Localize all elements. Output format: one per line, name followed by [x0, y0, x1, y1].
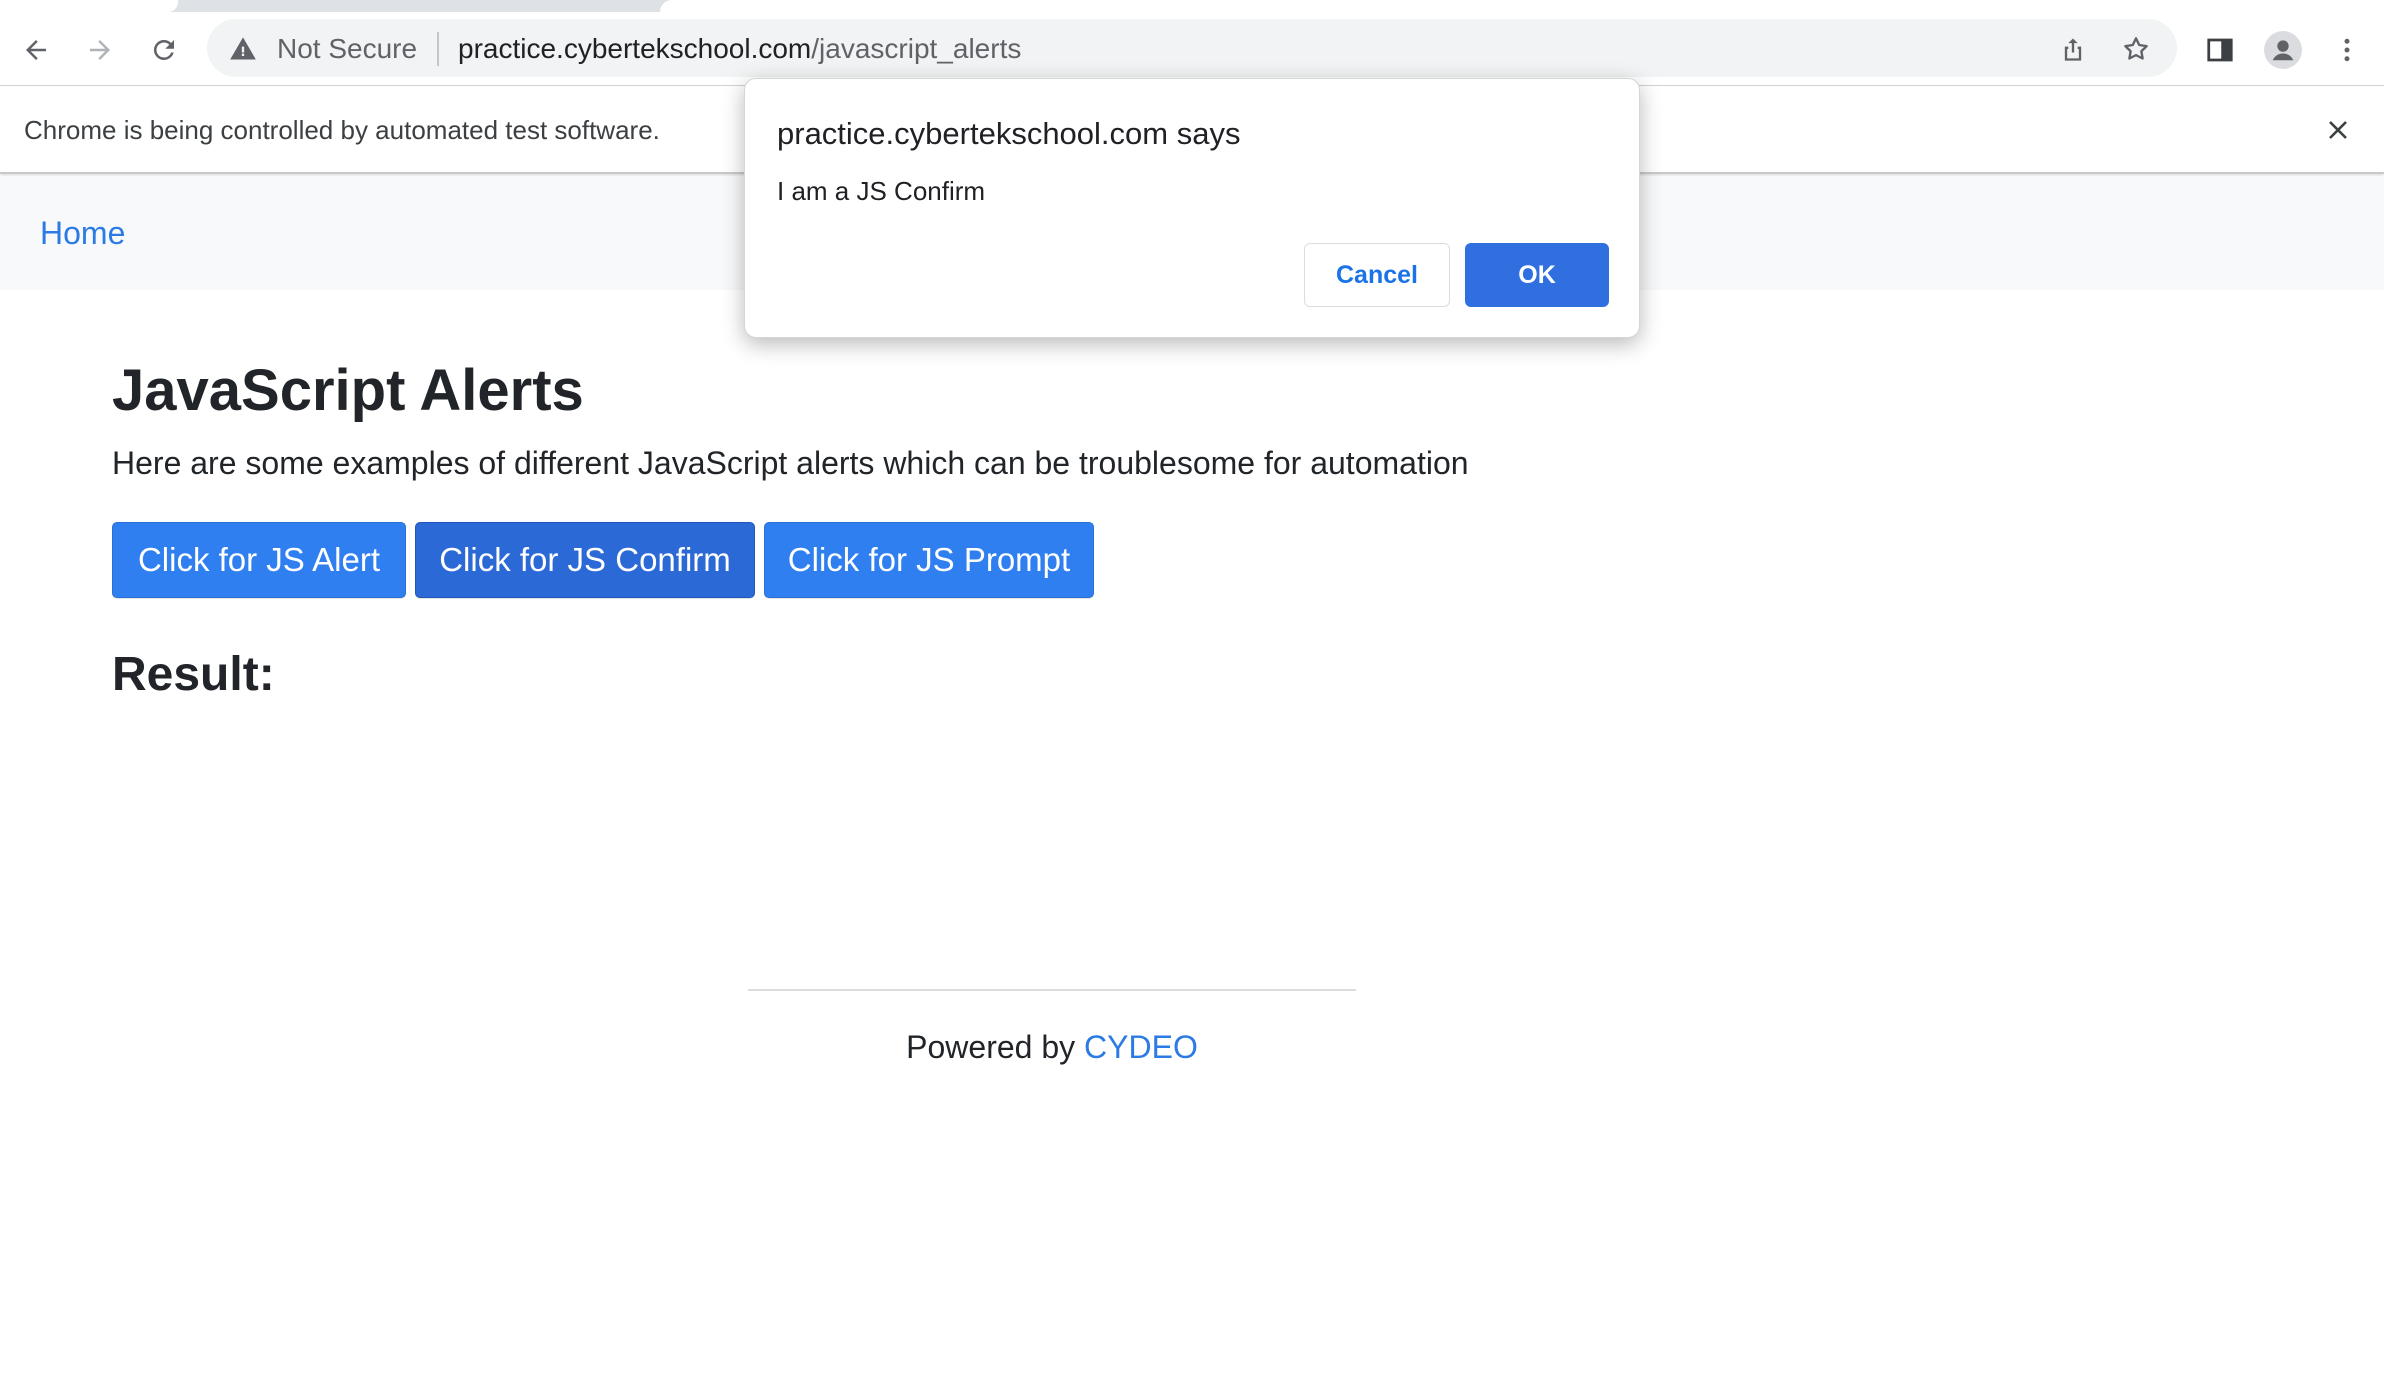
- side-panel-icon: [2207, 38, 2233, 62]
- profile-button[interactable]: [2264, 31, 2302, 69]
- browser-toolbar: Not Secure practice.cybertekschool.com/j…: [0, 12, 2384, 86]
- page-footer: Powered by CYDEO: [748, 1027, 1356, 1067]
- url-path: /javascript_alerts: [811, 33, 1022, 64]
- js-confirm-button[interactable]: Click for JS Confirm: [415, 522, 755, 598]
- dialog-message: I am a JS Confirm: [777, 176, 986, 206]
- reload-button[interactable]: [144, 30, 184, 70]
- infobar-message: Chrome is being controlled by automated …: [24, 115, 660, 145]
- back-arrow-icon: [26, 40, 46, 60]
- reload-icon: [153, 39, 174, 60]
- share-button[interactable]: [2056, 32, 2090, 66]
- address-bar[interactable]: Not Secure practice.cybertekschool.com/j…: [207, 19, 2177, 77]
- security-label[interactable]: Not Secure: [277, 33, 417, 65]
- tab-strip-edge: [660, 0, 2384, 12]
- result-heading: Result:: [112, 648, 275, 701]
- warning-triangle-icon[interactable]: [229, 35, 257, 63]
- omnibox-separator: [437, 32, 439, 66]
- js-alert-button[interactable]: Click for JS Alert: [112, 522, 406, 598]
- forward-arrow-icon: [90, 40, 110, 60]
- footer-divider: [748, 989, 1356, 991]
- infobar-close-button[interactable]: [2320, 112, 2356, 148]
- url-text[interactable]: practice.cybertekschool.com/javascript_a…: [458, 33, 1021, 65]
- close-icon: [2329, 121, 2347, 139]
- back-button[interactable]: [16, 30, 56, 70]
- dialog-title: practice.cybertekschool.com says: [777, 116, 1241, 151]
- footer-brand-link[interactable]: CYDEO: [1084, 1029, 1198, 1065]
- bookmark-button[interactable]: [2119, 32, 2153, 66]
- dialog-ok-button[interactable]: OK: [1465, 243, 1609, 307]
- profile-avatar-icon: [2264, 31, 2302, 69]
- nav-home-link[interactable]: Home: [40, 214, 125, 252]
- browser-menu-button[interactable]: [2328, 31, 2366, 69]
- side-panel-button[interactable]: [2201, 31, 2239, 69]
- star-icon: [2124, 37, 2148, 60]
- js-prompt-button[interactable]: Click for JS Prompt: [764, 522, 1094, 598]
- tab-active-edge: [0, 0, 178, 12]
- url-host: practice.cybertekschool.com: [458, 33, 812, 64]
- page-description: Here are some examples of different Java…: [112, 445, 1469, 481]
- page-title: JavaScript Alerts: [112, 358, 584, 423]
- kebab-menu-icon: [2344, 38, 2350, 62]
- js-confirm-dialog: practice.cybertekschool.com says I am a …: [744, 78, 1640, 338]
- footer-prefix: Powered by: [906, 1029, 1076, 1065]
- tab-strip: [0, 0, 2384, 12]
- forward-button[interactable]: [80, 30, 120, 70]
- dialog-cancel-button[interactable]: Cancel: [1304, 243, 1450, 307]
- share-icon: [2064, 38, 2082, 61]
